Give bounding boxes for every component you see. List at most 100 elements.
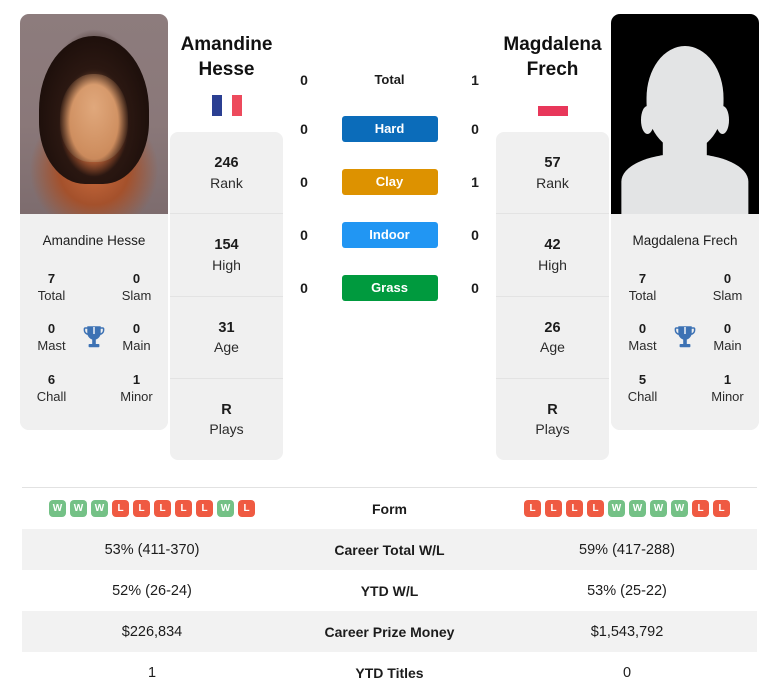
stat-label: Mast xyxy=(37,338,66,354)
stat-main: 0 Main xyxy=(111,320,162,354)
left-player-titles-summary: 7 Total 0 Slam 0 Mast 0 Main 6 Chall 1 M… xyxy=(20,265,168,430)
stat-label: Slam xyxy=(121,288,152,304)
h2h-grass-wrap: Grass xyxy=(317,275,462,301)
right-prize-money: $1,543,792 xyxy=(590,623,664,640)
form-badge-w[interactable]: W xyxy=(49,500,66,517)
h2h-left-clay: 0 xyxy=(300,174,308,190)
right-flag-wrapper xyxy=(496,82,609,132)
stat-value: 5 xyxy=(638,371,647,387)
stat-value: 0 xyxy=(723,271,732,286)
silhouette-body-icon xyxy=(621,154,749,214)
name-line-2: Frech xyxy=(526,59,579,81)
form-badge-l[interactable]: L xyxy=(238,500,255,517)
info-rank: 246 Rank xyxy=(170,132,283,215)
h2h-clay-wrap: Clay xyxy=(317,169,462,195)
info-label: Age xyxy=(540,338,565,355)
left-flag-wrapper xyxy=(170,82,283,132)
stat-main: 0 Main xyxy=(702,320,753,354)
left-form-strip: WWWLLLLLWL xyxy=(26,500,278,517)
form-badge-l[interactable]: L xyxy=(112,500,129,517)
form-badge-l[interactable]: L xyxy=(524,500,541,517)
form-badge-l[interactable]: L xyxy=(545,500,562,517)
info-label: Rank xyxy=(536,174,569,191)
form-badge-w[interactable]: W xyxy=(91,500,108,517)
form-badge-l[interactable]: L xyxy=(196,500,213,517)
form-badge-l[interactable]: L xyxy=(175,500,192,517)
info-label: High xyxy=(538,256,567,273)
form-badge-w[interactable]: W xyxy=(671,500,688,517)
comparison-header: Amandine Hesse 7 Total 0 Slam 0 Mast 0 M… xyxy=(0,0,779,470)
h2h-total-label-wrap: Total xyxy=(317,71,462,89)
left-player-photo[interactable] xyxy=(20,14,168,214)
stat-total: 7 Total xyxy=(26,270,77,304)
surface-badge-clay[interactable]: Clay xyxy=(341,169,438,195)
right-player-info-box: 57 Rank 42 High 26 Age R Plays xyxy=(496,132,609,460)
h2h-indoor-wrap: Indoor xyxy=(317,222,462,248)
info-label: Age xyxy=(214,338,239,355)
form-badge-l[interactable]: L xyxy=(587,500,604,517)
form-badge-w[interactable]: W xyxy=(217,500,234,517)
stat-label: Slam xyxy=(712,288,743,304)
form-badge-l[interactable]: L xyxy=(566,500,583,517)
left-player-photo-caption: Amandine Hesse xyxy=(20,214,168,265)
right-ytd-wl: 53% (25-22) xyxy=(587,582,667,599)
form-badge-w[interactable]: W xyxy=(70,500,87,517)
stat-value: 7 xyxy=(638,271,647,286)
right-player-photo[interactable] xyxy=(611,14,759,214)
info-age: 31 Age xyxy=(170,297,283,379)
stat-minor: 1 Minor xyxy=(702,371,753,405)
info-value: R xyxy=(547,401,558,418)
right-form-cell: LLLLWWWWLL xyxy=(497,500,757,517)
right-player-titles-summary: 7 Total 0 Slam 0 Mast 0 Main 5 Chall 1 M… xyxy=(611,265,759,430)
trophy-icon xyxy=(77,325,111,350)
player-comparison-page: Amandine Hesse 7 Total 0 Slam 0 Mast 0 M… xyxy=(0,0,779,699)
left-player-name-column: Amandine Hesse 246 Rank 154 High 31 Age … xyxy=(168,14,285,460)
stat-value: 7 xyxy=(47,271,56,286)
left-player-card[interactable]: Amandine Hesse 7 Total 0 Slam 0 Mast 0 M… xyxy=(20,14,168,430)
h2h-right-total: 1 xyxy=(471,72,479,88)
form-badge-w[interactable]: W xyxy=(608,500,625,517)
left-player-info-box: 246 Rank 154 High 31 Age R Plays xyxy=(170,132,283,460)
surface-badge-hard[interactable]: Hard xyxy=(341,116,438,142)
form-badge-l[interactable]: L xyxy=(713,500,730,517)
left-prize-money: $226,834 xyxy=(121,623,183,640)
info-label: Rank xyxy=(210,174,243,191)
left-career-wl: 53% (411-370) xyxy=(104,541,200,558)
stat-value: 1 xyxy=(723,371,732,387)
info-label: High xyxy=(212,256,241,273)
form-badge-w[interactable]: W xyxy=(650,500,667,517)
form-badge-l[interactable]: L xyxy=(692,500,709,517)
stat-minor: 1 Minor xyxy=(111,371,162,405)
form-badge-w[interactable]: W xyxy=(629,500,646,517)
stat-value: 0 xyxy=(132,321,141,337)
right-player-photo-caption: Magdalena Frech xyxy=(611,214,759,265)
h2h-right-clay: 1 xyxy=(471,174,479,190)
row-label-form: Form xyxy=(372,500,407,517)
titles-row-chall-minor: 5 Chall 1 Minor xyxy=(617,366,753,416)
form-badge-l[interactable]: L xyxy=(133,500,150,517)
stat-slam: 0 Slam xyxy=(702,270,753,304)
right-player-name-column: Magdalena Frech 57 Rank 42 High 26 Age R… xyxy=(494,14,611,460)
france-flag-icon xyxy=(211,95,242,117)
form-badge-l[interactable]: L xyxy=(154,500,171,517)
info-value: 26 xyxy=(544,319,561,336)
right-player-name[interactable]: Magdalena Frech xyxy=(496,14,609,82)
stat-mast: 0 Mast xyxy=(26,320,77,354)
h2h-row-grass: 0 Grass 0 xyxy=(291,275,488,301)
info-value: 154 xyxy=(214,237,239,254)
stat-label: Mast xyxy=(628,338,657,354)
stat-label: Minor xyxy=(711,388,744,404)
right-player-card[interactable]: Magdalena Frech 7 Total 0 Slam 0 Mast 0 … xyxy=(611,14,759,430)
titles-row-total-slam: 7 Total 0 Slam xyxy=(26,265,162,315)
left-player-name[interactable]: Amandine Hesse xyxy=(170,14,283,82)
titles-row-mast-main: 0 Mast 0 Main xyxy=(26,315,162,365)
stat-label: Main xyxy=(122,338,151,354)
h2h-row-total: 0 Total 1 xyxy=(291,71,488,89)
info-label: Plays xyxy=(209,421,244,438)
info-value: 31 xyxy=(218,319,235,336)
surface-badge-indoor[interactable]: Indoor xyxy=(341,222,438,248)
left-ytd-wl: 52% (26-24) xyxy=(112,582,192,599)
stat-value: 0 xyxy=(638,321,647,337)
info-age: 26 Age xyxy=(496,297,609,379)
surface-badge-grass[interactable]: Grass xyxy=(341,275,438,301)
